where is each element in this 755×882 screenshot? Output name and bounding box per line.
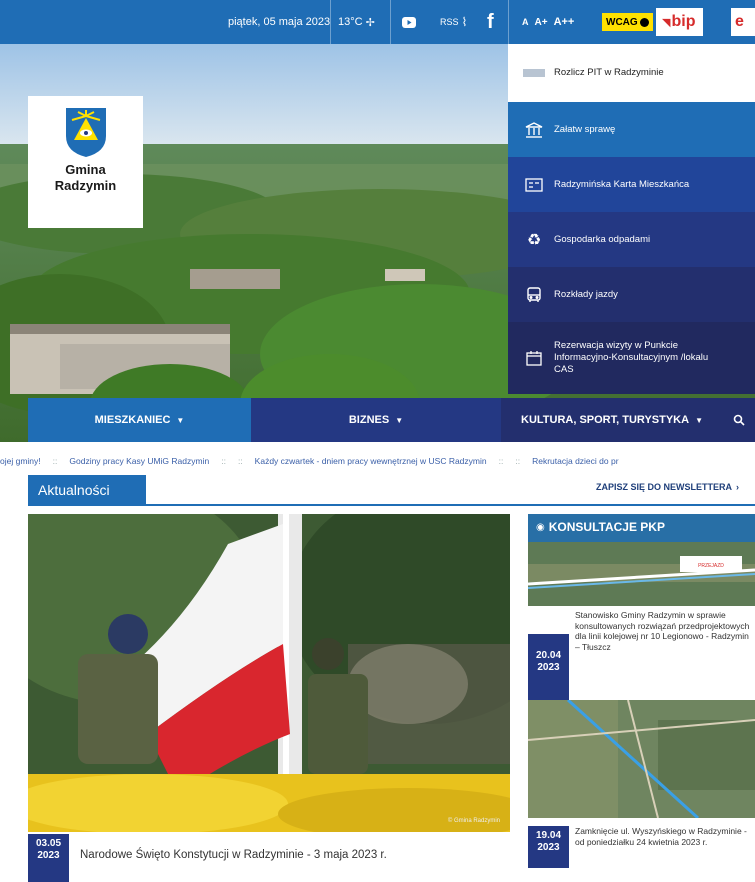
youtube-icon[interactable] (402, 0, 416, 44)
bip-label: bip (671, 13, 696, 30)
rss-label: RSS (440, 17, 459, 27)
calendar-icon (514, 350, 554, 366)
nav-label: KULTURA, SPORT, TURYSTYKA (521, 414, 690, 426)
divider (390, 0, 391, 44)
search-icon (733, 414, 745, 426)
quick-link-label: Radzymińska Karta Mieszkańca (554, 178, 690, 190)
chevron-down-icon: ▼ (176, 415, 185, 425)
date-year: 2023 (537, 662, 560, 673)
logo-text-line2: Radzymin (54, 178, 117, 193)
featured-article[interactable]: © Gmina Radzymin 03.05 2023 Narodowe Świ… (28, 514, 510, 882)
recycle-icon: ♻ (526, 231, 542, 249)
chevron-down-icon: ▼ (395, 415, 404, 425)
nav-mieszkaniec[interactable]: MIESZKANIEC ▼ (28, 398, 251, 442)
date-badge: 03.05 2023 (28, 834, 69, 882)
ticker-item[interactable]: Godziny pracy Kasy UMiG Radzymin (69, 456, 209, 466)
municipality-logo[interactable]: Gmina Radzymin (28, 96, 143, 228)
quick-link-rezerwacja[interactable]: Rezerwacja wizyty w Punkcie Informacyjno… (508, 322, 755, 394)
side-article-photo: PRZEJAZD ◉ KONSULTACJE PKP (528, 514, 755, 606)
bip-flag-icon: ◥ (662, 16, 671, 29)
quick-link-label: Rezerwacja wizyty w Punkcie Informacyjno… (554, 340, 709, 375)
quick-link-zalatw-sprawe[interactable]: Załatw sprawę (508, 102, 755, 157)
date-day: 20.04 (535, 650, 562, 661)
article-title[interactable]: Narodowe Święto Konstytucji w Radzyminie… (80, 849, 387, 861)
quick-link-label: Rozkłady jazdy (554, 288, 618, 300)
logo-text-line1: Gmina (65, 162, 106, 177)
divider (330, 0, 331, 44)
quick-link-pit[interactable]: Rozlicz PIT w Radzyminie (508, 44, 755, 102)
quick-link-label: Załatw sprawę (554, 123, 616, 135)
bip-link[interactable]: ◥ bip (656, 8, 704, 36)
ticker-item[interactable]: Każdy czwartek - dniem pracy wewnętrznej… (255, 456, 487, 466)
svg-text:PRZEJAZD: PRZEJAZD (698, 563, 724, 569)
font-size-xlarge-button[interactable]: A++ (554, 16, 575, 28)
side-article[interactable]: 19.04 2023 Zamknięcie ul. Wyszyńskiego w… (528, 700, 755, 868)
wcag-label: WCAG (606, 16, 638, 28)
date-day: 19.04 (535, 830, 562, 841)
coat-of-arms-icon (65, 108, 106, 157)
current-date: piątek, 05 maja 2023 (228, 16, 331, 28)
card-icon (514, 177, 554, 192)
divider (28, 504, 755, 506)
date-badge: 20.04 2023 (528, 634, 569, 706)
side-article-photo (528, 700, 755, 818)
chevron-down-icon: ▼ (695, 415, 703, 425)
news-section-tab[interactable]: Aktualności (28, 475, 146, 505)
font-size-normal-button[interactable]: A (522, 17, 529, 27)
ticker-item[interactable]: Rekrutacja dzieci do pr (532, 456, 618, 466)
pit-icon (514, 69, 554, 77)
font-size-large-button[interactable]: A+ (535, 17, 548, 28)
newsletter-link[interactable]: ZAPISZ SIĘ DO NEWSLETTERA › (596, 482, 739, 492)
wcag-button[interactable]: WCAG (602, 13, 653, 31)
nav-label: MIESZKANIEC (94, 414, 171, 426)
top-bar: piątek, 05 maja 2023 13°C ✢ RSS ⌇ f A A+… (0, 0, 755, 44)
article-title[interactable]: Zamknięcie ul. Wyszyńskiego w Radzyminie… (575, 826, 753, 847)
rss-link[interactable]: RSS ⌇ (440, 0, 467, 44)
quick-links-menu: Rozlicz PIT w Radzyminie Załatw sprawę R… (508, 44, 755, 394)
side-article[interactable]: PRZEJAZD ◉ KONSULTACJE PKP 20.04 2023 St… (528, 514, 755, 714)
date-year: 2023 (37, 850, 60, 861)
divider (508, 0, 509, 44)
date-badge: 19.04 2023 (528, 826, 569, 868)
nav-kultura[interactable]: KULTURA, SPORT, TURYSTYKA ▼ (501, 398, 723, 442)
main-navigation: MIESZKANIEC ▼ BIZNES ▼ KULTURA, SPORT, TUR… (28, 398, 755, 442)
date-year: 2023 (537, 842, 560, 853)
nav-label: BIZNES (348, 414, 390, 426)
nav-biznes[interactable]: BIZNES ▼ (251, 398, 501, 442)
bus-icon (514, 286, 554, 303)
chevron-right-icon: › (736, 482, 740, 492)
rss-icon: ⌇ (461, 15, 468, 29)
photo-credit: © Gmina Radzymin (447, 818, 500, 824)
quick-link-label: Rozlicz PIT w Radzyminie (554, 67, 664, 78)
quick-link-rozklady[interactable]: Rozkłady jazdy (508, 267, 755, 322)
news-ticker: ojej gminy!:: Godziny pracy Kasy UMiG Ra… (0, 456, 619, 466)
search-button[interactable] (723, 398, 755, 442)
ticker-item[interactable]: ojej gminy! (0, 456, 41, 466)
weather-readout: 13°C ✢ (338, 0, 375, 44)
article-title[interactable]: Stanowisko Gminy Radzymin w sprawie kons… (575, 610, 753, 652)
date-day: 03.05 (35, 838, 62, 849)
epuap-label: e (735, 13, 744, 30)
facebook-icon[interactable]: f (487, 0, 494, 44)
font-size-controls: A A+ A++ (522, 0, 574, 44)
info-icon: ◉ (536, 521, 545, 533)
weather-icon: ✢ (365, 16, 375, 29)
quick-link-odpady[interactable]: ♻ Gospodarka odpadami (508, 212, 755, 267)
weather-temperature: 13°C (338, 16, 363, 28)
featured-article-photo: © Gmina Radzymin (28, 514, 510, 832)
epuap-link[interactable]: e (731, 8, 755, 36)
bank-icon (514, 121, 554, 138)
quick-link-label: Gospodarka odpadami (554, 233, 651, 245)
consultation-banner-title: ◉ KONSULTACJE PKP (536, 520, 665, 534)
contrast-icon (639, 17, 649, 27)
quick-link-karta-mieszkanca[interactable]: Radzymińska Karta Mieszkańca (508, 157, 755, 212)
